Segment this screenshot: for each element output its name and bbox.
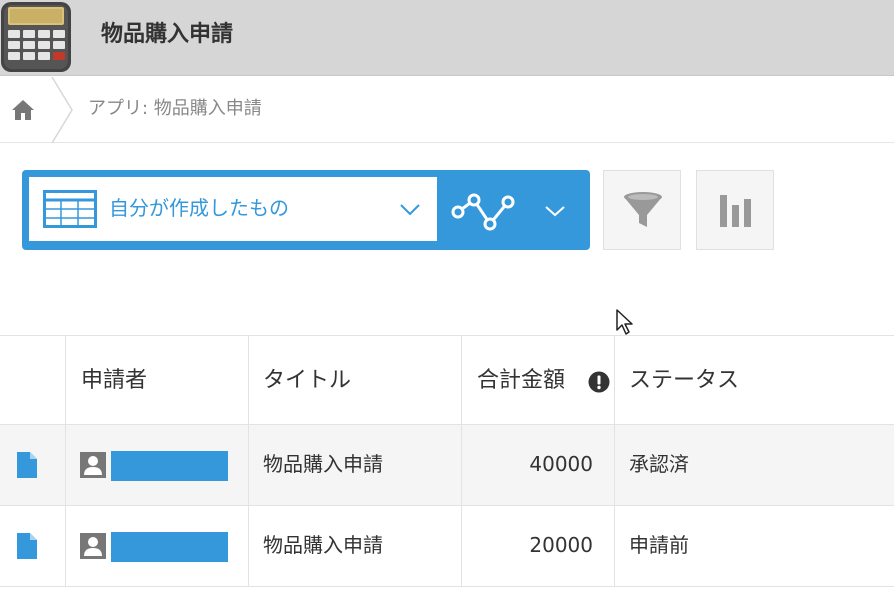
column-header: タイトル	[263, 368, 352, 393]
status-cell: 承認済	[614, 425, 894, 505]
record-title: 物品購入申請	[263, 452, 383, 476]
app-title: 物品購入申請	[101, 22, 234, 47]
record-status: 承認済	[629, 452, 689, 476]
header-cell-icon	[0, 336, 66, 424]
line-graph-icon[interactable]	[450, 192, 520, 232]
user-avatar-icon	[80, 452, 106, 478]
filter-button[interactable]	[603, 170, 681, 250]
applicant-cell	[65, 506, 249, 586]
app-header: 物品購入申請	[0, 0, 894, 76]
breadcrumb: アプリ: 物品購入申請	[0, 77, 894, 143]
records-table: 申請者 タイトル 合計金額 ステータス 物品購入申請 40000 承認済 物品購…	[0, 335, 894, 587]
breadcrumb-separator	[51, 77, 73, 143]
record-title: 物品購入申請	[263, 533, 383, 557]
home-icon[interactable]	[11, 98, 35, 122]
header-cell-applicant[interactable]: 申請者	[65, 336, 249, 424]
breadcrumb-app-link[interactable]: アプリ: 物品購入申請	[88, 96, 262, 122]
title-cell: 物品購入申請	[248, 506, 462, 586]
calculator-icon	[1, 2, 71, 72]
document-icon[interactable]	[16, 452, 38, 478]
header-cell-status[interactable]: ステータス	[614, 336, 894, 424]
record-status: 申請前	[629, 533, 689, 557]
record-amount: 20000	[529, 533, 593, 557]
record-icon-cell[interactable]	[0, 506, 66, 586]
table-row[interactable]: 物品購入申請 40000 承認済	[0, 425, 894, 506]
redacted-user-name[interactable]	[111, 451, 228, 481]
list-view-icon	[43, 190, 97, 228]
amount-cell: 40000	[461, 425, 615, 505]
column-header: 申請者	[81, 368, 148, 393]
funnel-icon	[624, 192, 662, 227]
record-amount: 40000	[529, 452, 593, 476]
column-header: 合計金額	[477, 368, 566, 393]
table-header-row: 申請者 タイトル 合計金額 ステータス	[0, 336, 894, 425]
view-name: 自分が作成したもの	[109, 196, 289, 220]
title-cell: 物品購入申請	[248, 425, 462, 505]
document-icon[interactable]	[16, 533, 38, 559]
amount-cell: 20000	[461, 506, 615, 586]
table-row[interactable]: 物品購入申請 20000 申請前	[0, 506, 894, 587]
redacted-user-name[interactable]	[111, 532, 228, 562]
view-dropdown[interactable]: 自分が作成したもの	[29, 177, 437, 241]
record-icon-cell[interactable]	[0, 425, 66, 505]
user-avatar-icon	[80, 533, 106, 559]
chevron-down-icon	[400, 204, 420, 216]
header-cell-title[interactable]: タイトル	[248, 336, 462, 424]
mouse-cursor-icon	[616, 309, 633, 335]
status-cell: 申請前	[614, 506, 894, 586]
view-selector: 自分が作成したもの	[22, 170, 590, 250]
column-header: ステータス	[629, 368, 740, 393]
chart-button[interactable]	[696, 170, 774, 250]
exclamation-icon[interactable]	[588, 371, 610, 393]
bar-chart-icon	[720, 195, 751, 227]
header-cell-total-amount[interactable]: 合計金額	[461, 336, 615, 424]
applicant-cell	[65, 425, 249, 505]
graph-chevron-down-icon[interactable]	[544, 204, 566, 218]
